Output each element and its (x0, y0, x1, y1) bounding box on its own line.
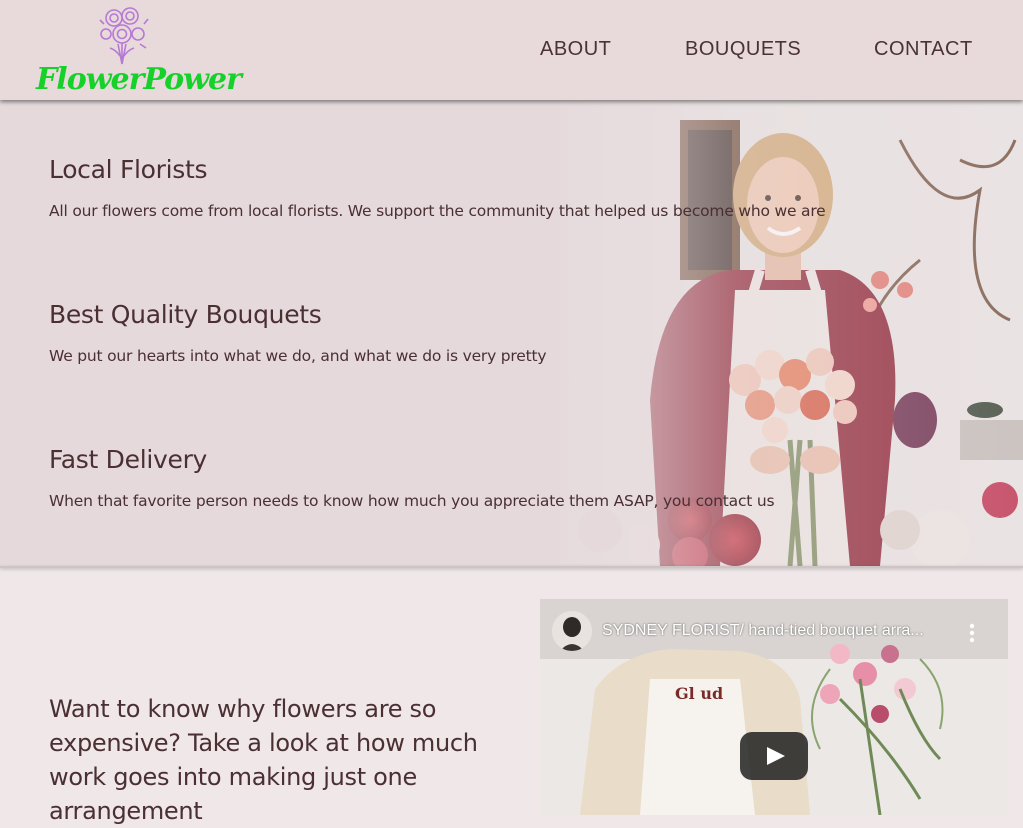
site-header: FlowerPower ABOUT BOUQUETS CONTACT (0, 0, 1023, 100)
svg-text:Gl ud: Gl ud (675, 684, 723, 703)
feature-local-florists: Local Florists All our flowers come from… (49, 155, 849, 220)
feature-text: We put our hearts into what we do, and w… (49, 347, 547, 365)
logo-text: FlowerPower (36, 62, 242, 97)
feature-fast-delivery: Fast Delivery When that favorite person … (49, 445, 849, 510)
nav-about[interactable]: ABOUT (540, 38, 611, 61)
play-icon[interactable] (740, 732, 808, 780)
section-divider (0, 566, 1023, 568)
nav-bouquets[interactable]: BOUQUETS (685, 38, 801, 61)
video-embed[interactable]: Gl ud SYDNEY FLORIST/ hand-tied bouquet … (540, 599, 1008, 815)
promo-text: Want to know why flowers are so expensiv… (49, 695, 478, 825)
feature-title: Fast Delivery (49, 445, 208, 474)
channel-avatar[interactable] (552, 611, 592, 651)
feature-best-quality: Best Quality Bouquets We put our hearts … (49, 300, 849, 365)
feature-text: All our flowers come from local florists… (49, 202, 826, 220)
feature-title: Best Quality Bouquets (49, 300, 322, 329)
feature-title: Local Florists (49, 155, 208, 184)
nav-contact[interactable]: CONTACT (874, 38, 973, 61)
more-vert-icon[interactable] (964, 621, 980, 645)
feature-text: When that favorite person needs to know … (49, 492, 775, 510)
flower-bouquet-icon (99, 7, 149, 65)
logo[interactable]: FlowerPower (36, 4, 242, 100)
video-title[interactable]: SYDNEY FLORIST/ hand-tied bouquet arra..… (602, 622, 962, 640)
hero-section: Local Florists All our flowers come from… (0, 100, 1023, 566)
